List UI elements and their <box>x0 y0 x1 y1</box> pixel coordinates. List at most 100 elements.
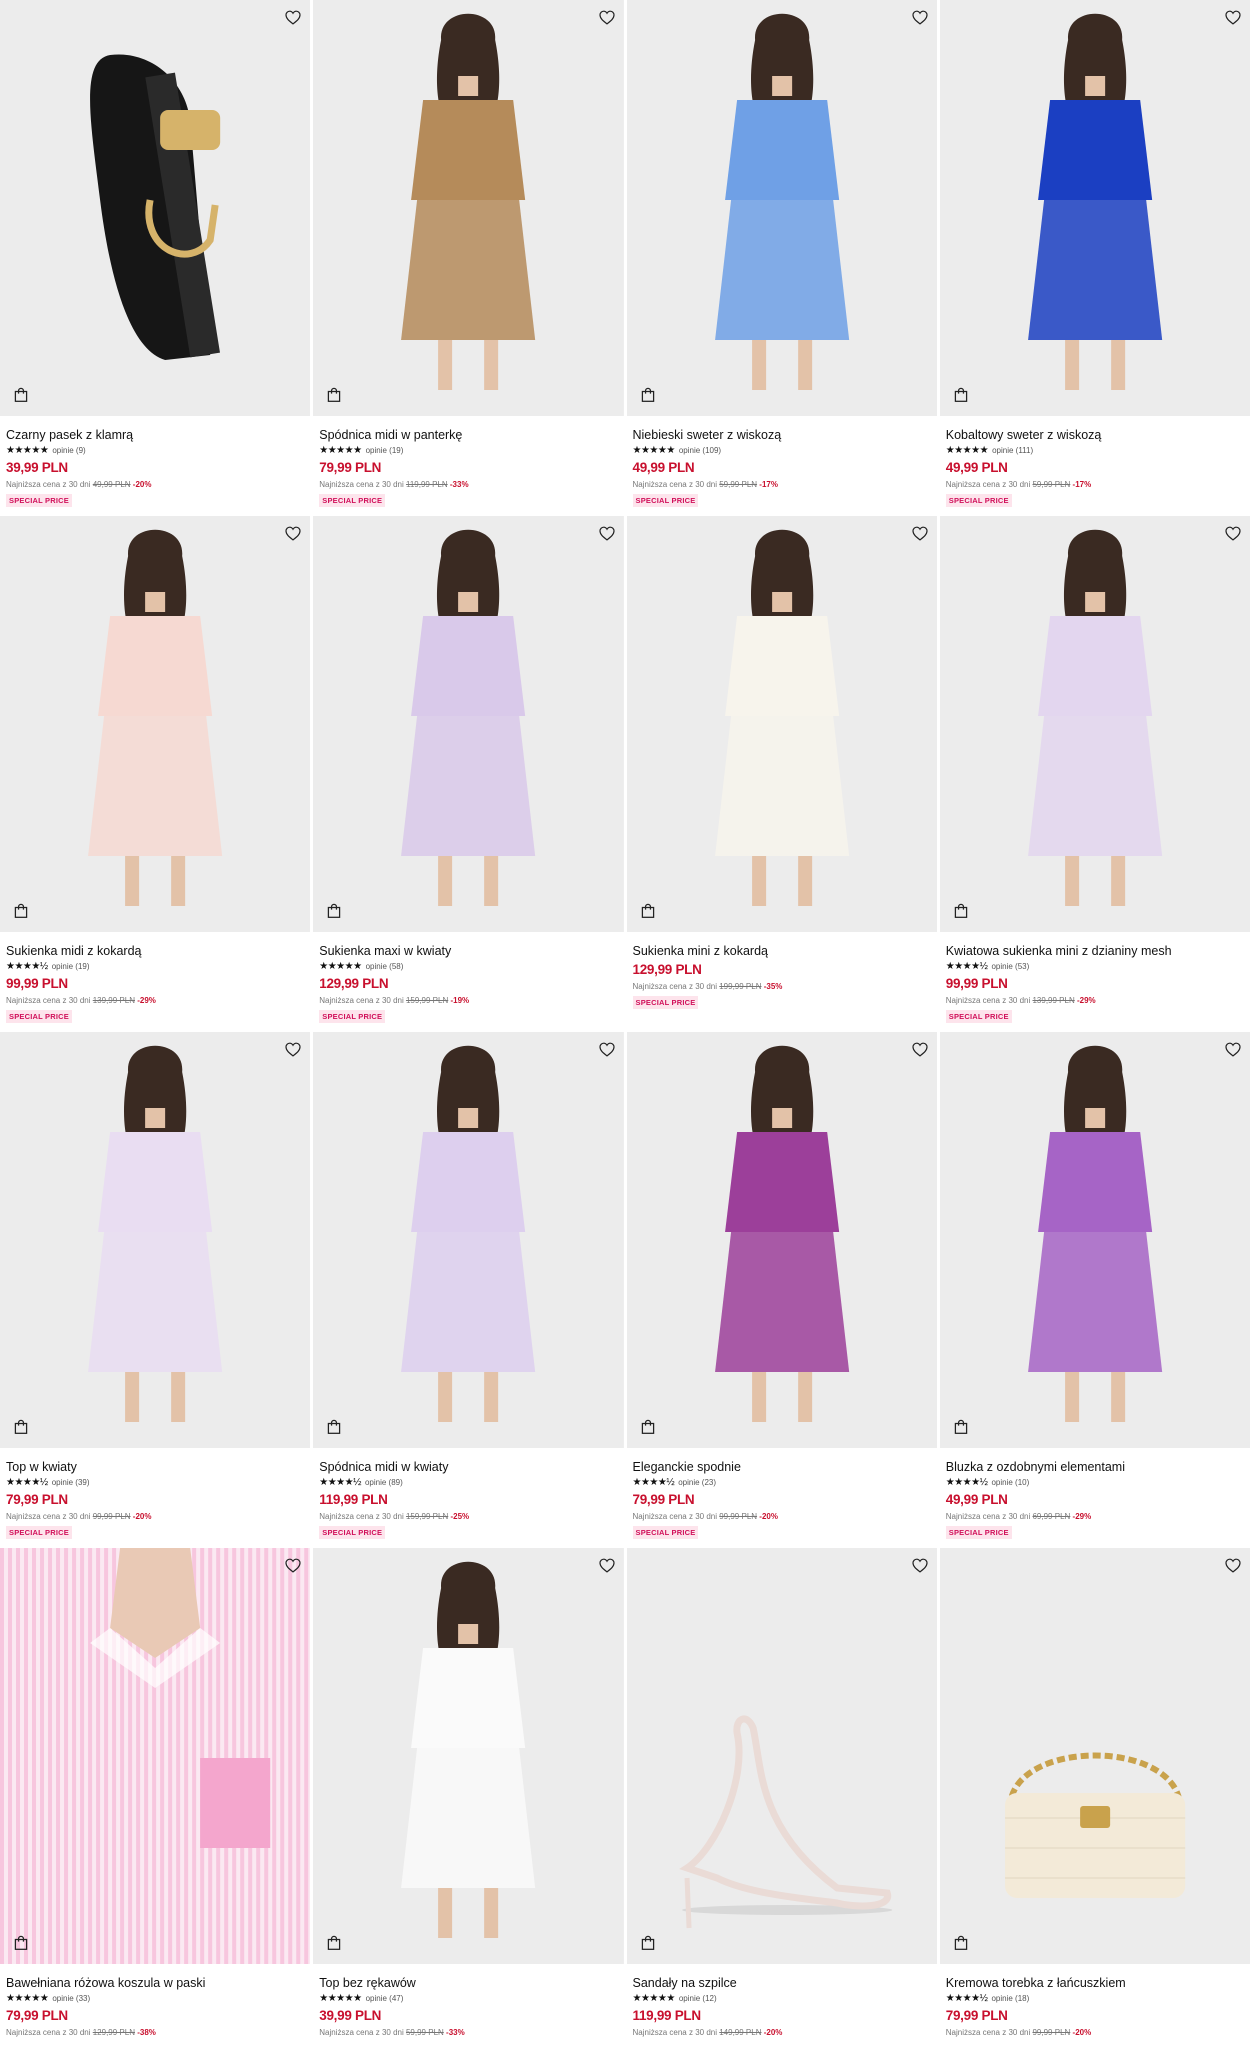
wishlist-heart-icon[interactable] <box>282 6 304 28</box>
old-price: 99,99 PLN <box>719 1512 758 1521</box>
product-image[interactable] <box>626 0 937 416</box>
review-count: opinie (111) <box>992 446 1034 455</box>
product-image[interactable] <box>313 0 624 416</box>
product-image[interactable] <box>313 516 624 932</box>
add-to-cart-bag-icon[interactable] <box>950 384 972 406</box>
product-price: 99,99 PLN <box>6 976 68 991</box>
old-price: 159,99 PLN <box>405 1512 449 1521</box>
product-card[interactable]: Bluzka z ozdobnymi elementami ★★★★½ opin… <box>939 1032 1250 1548</box>
product-card[interactable]: Top w kwiaty ★★★★½ opinie (39) 79,99 PLN… <box>0 1032 311 1548</box>
product-image[interactable] <box>939 0 1250 416</box>
wishlist-heart-icon[interactable] <box>1222 522 1244 544</box>
add-to-cart-bag-icon[interactable] <box>637 1416 659 1438</box>
add-to-cart-bag-icon[interactable] <box>323 1932 345 1954</box>
lowest-price-label: Najniższa cena z 30 dni <box>319 2028 404 2037</box>
add-to-cart-bag-icon[interactable] <box>10 1932 32 1954</box>
product-image[interactable] <box>0 516 311 932</box>
add-to-cart-bag-icon[interactable] <box>323 900 345 922</box>
wishlist-heart-icon[interactable] <box>596 522 618 544</box>
add-to-cart-bag-icon[interactable] <box>10 900 32 922</box>
product-image[interactable] <box>626 1032 937 1448</box>
special-price-badge: SPECIAL PRICE <box>6 1010 72 1023</box>
product-name[interactable]: Czarny pasek z klamrą <box>6 428 304 443</box>
product-card[interactable]: Sandały na szpilce ★★★★★ opinie (12) 119… <box>626 1548 937 2045</box>
add-to-cart-bag-icon[interactable] <box>323 1416 345 1438</box>
product-name[interactable]: Niebieski sweter z wiskozą <box>633 428 931 443</box>
product-name[interactable]: Sukienka mini z kokardą <box>633 944 931 959</box>
discount-percent: -17% <box>1072 480 1092 489</box>
product-rating: ★★★★★ opinie (19) <box>319 445 617 457</box>
product-name[interactable]: Top bez rękawów <box>319 1976 617 1991</box>
rating-stars-icon: ★★★★★ <box>945 445 989 456</box>
product-card[interactable]: Eleganckie spodnie ★★★★½ opinie (23) 79,… <box>626 1032 937 1548</box>
product-name[interactable]: Bluzka z ozdobnymi elementami <box>946 1460 1244 1475</box>
product-name[interactable]: Bawełniana różowa koszula w paski <box>6 1976 304 1991</box>
product-name[interactable]: Kobaltowy sweter z wiskozą <box>946 428 1244 443</box>
add-to-cart-bag-icon[interactable] <box>637 900 659 922</box>
wishlist-heart-icon[interactable] <box>909 522 931 544</box>
product-card[interactable]: Sukienka mini z kokardą 129,99 PLN Najni… <box>626 516 937 1032</box>
add-to-cart-bag-icon[interactable] <box>637 384 659 406</box>
wishlist-heart-icon[interactable] <box>596 1554 618 1576</box>
wishlist-heart-icon[interactable] <box>909 1038 931 1060</box>
add-to-cart-bag-icon[interactable] <box>323 384 345 406</box>
product-card[interactable]: Spódnica midi w panterkę ★★★★★ opinie (1… <box>313 0 624 516</box>
product-card[interactable]: Niebieski sweter z wiskozą ★★★★★ opinie … <box>626 0 937 516</box>
wishlist-heart-icon[interactable] <box>282 522 304 544</box>
wishlist-heart-icon[interactable] <box>1222 6 1244 28</box>
product-image[interactable] <box>626 516 937 932</box>
add-to-cart-bag-icon[interactable] <box>950 900 972 922</box>
product-card[interactable]: Top bez rękawów ★★★★★ opinie (47) 39,99 … <box>313 1548 624 2045</box>
product-info: Czarny pasek z klamrą ★★★★★ opinie (9) 3… <box>0 416 310 508</box>
product-image[interactable] <box>626 1548 937 1964</box>
product-name[interactable]: Kwiatowa sukienka mini z dzianiny mesh <box>946 944 1244 959</box>
product-card[interactable]: Sukienka midi z kokardą ★★★★½ opinie (19… <box>0 516 311 1032</box>
product-card[interactable]: Bawełniana różowa koszula w paski ★★★★★ … <box>0 1548 311 2045</box>
product-name[interactable]: Top w kwiaty <box>6 1460 304 1475</box>
lowest-price-label: Najniższa cena z 30 dni <box>319 996 404 1005</box>
special-price-badge: SPECIAL PRICE <box>945 494 1012 507</box>
product-name[interactable]: Sukienka midi z kokardą <box>6 944 304 959</box>
product-card[interactable]: Czarny pasek z klamrą ★★★★★ opinie (9) 3… <box>0 0 311 516</box>
wishlist-heart-icon[interactable] <box>282 1038 304 1060</box>
product-name[interactable]: Kremowa torebka z łańcuszkiem <box>946 1976 1244 1991</box>
add-to-cart-bag-icon[interactable] <box>950 1932 972 1954</box>
wishlist-heart-icon[interactable] <box>282 1554 304 1576</box>
product-card[interactable]: Kremowa torebka z łańcuszkiem ★★★★½ opin… <box>939 1548 1250 2045</box>
product-name[interactable]: Sukienka maxi w kwiaty <box>319 944 617 959</box>
add-to-cart-bag-icon[interactable] <box>950 1416 972 1438</box>
wishlist-heart-icon[interactable] <box>596 6 618 28</box>
product-card[interactable]: Spódnica midi w kwiaty ★★★★½ opinie (89)… <box>313 1032 624 1548</box>
wishlist-heart-icon[interactable] <box>596 1038 618 1060</box>
lowest-price-label: Najniższa cena z 30 dni <box>632 480 718 489</box>
product-name[interactable]: Spódnica midi w kwiaty <box>319 1460 617 1475</box>
lowest-price-label: Najniższa cena z 30 dni <box>319 480 404 489</box>
product-rating: ★★★★★ opinie (9) <box>6 445 304 457</box>
product-image[interactable] <box>939 1548 1250 1964</box>
add-to-cart-bag-icon[interactable] <box>10 384 32 406</box>
product-image[interactable] <box>0 1548 311 1964</box>
product-price: 49,99 PLN <box>632 460 695 475</box>
old-price: 99,99 PLN <box>1032 2028 1071 2037</box>
product-card[interactable]: Kobaltowy sweter z wiskozą ★★★★★ opinie … <box>939 0 1250 516</box>
add-to-cart-bag-icon[interactable] <box>10 1416 32 1438</box>
product-name[interactable]: Sandały na szpilce <box>633 1976 931 1991</box>
wishlist-heart-icon[interactable] <box>909 1554 931 1576</box>
product-name[interactable]: Spódnica midi w panterkę <box>319 428 617 443</box>
product-name[interactable]: Eleganckie spodnie <box>633 1460 931 1475</box>
product-image[interactable] <box>313 1548 624 1964</box>
product-image[interactable] <box>0 1032 311 1448</box>
wishlist-heart-icon[interactable] <box>1222 1038 1244 1060</box>
wishlist-heart-icon[interactable] <box>909 6 931 28</box>
product-card[interactable]: Kwiatowa sukienka mini z dzianiny mesh ★… <box>939 516 1250 1032</box>
product-image[interactable] <box>313 1032 624 1448</box>
product-image[interactable] <box>939 1032 1250 1448</box>
product-card[interactable]: Sukienka maxi w kwiaty ★★★★★ opinie (58)… <box>313 516 624 1032</box>
wishlist-heart-icon[interactable] <box>1222 1554 1244 1576</box>
lowest-price-note: Najniższa cena z 30 dni 199,99 PLN -35% <box>633 982 931 992</box>
add-to-cart-bag-icon[interactable] <box>637 1932 659 1954</box>
old-price: 159,99 PLN <box>405 996 449 1005</box>
product-info: Sandały na szpilce ★★★★★ opinie (12) 119… <box>627 1964 937 2038</box>
product-image[interactable] <box>939 516 1250 932</box>
product-image[interactable] <box>0 0 311 416</box>
